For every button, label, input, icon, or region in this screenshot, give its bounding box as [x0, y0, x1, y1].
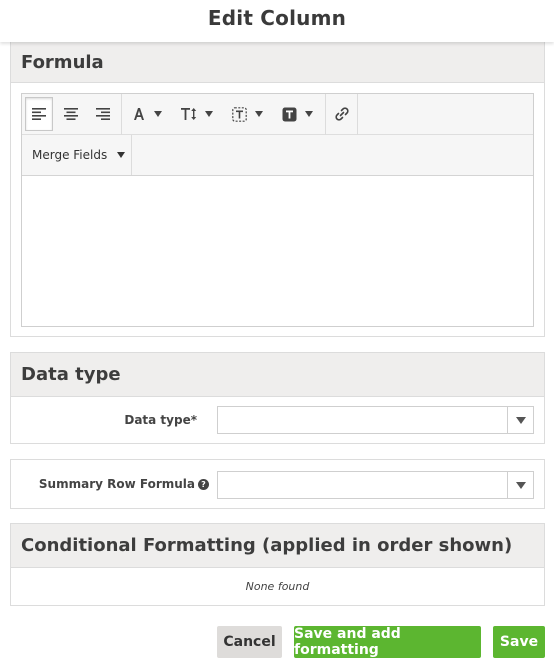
- toolbar-row-formatting: [22, 94, 533, 135]
- chevron-down-icon[interactable]: [507, 407, 533, 433]
- save-button[interactable]: Save: [493, 626, 545, 658]
- cancel-button[interactable]: Cancel: [217, 626, 282, 658]
- summary-row-panel: Summary Row Formula ?: [10, 459, 545, 509]
- toolbar-separator: [357, 94, 358, 135]
- conditional-formatting-panel: Conditional Formatting (applied in order…: [10, 523, 545, 606]
- conditional-formatting-heading: Conditional Formatting (applied in order…: [11, 524, 544, 568]
- toolbar-separator: [325, 94, 326, 135]
- data-type-label: Data type*: [124, 413, 197, 427]
- editor-toolbar: Merge Fields: [22, 94, 533, 176]
- align-left-icon[interactable]: [25, 97, 53, 131]
- toolbar-separator: [121, 94, 122, 135]
- chevron-down-icon: [117, 152, 126, 158]
- summary-row-formula-select[interactable]: [217, 471, 534, 499]
- align-center-icon[interactable]: [57, 97, 85, 131]
- formula-heading: Formula: [11, 41, 544, 83]
- question-circle-icon[interactable]: ?: [198, 478, 209, 490]
- data-type-select[interactable]: [217, 406, 534, 434]
- link-icon[interactable]: [329, 97, 355, 131]
- align-right-icon[interactable]: [89, 97, 117, 131]
- font-size-icon[interactable]: [177, 97, 217, 131]
- formula-panel: Formula Merge Fields: [10, 40, 545, 337]
- text-box-icon[interactable]: [227, 97, 267, 131]
- data-type-heading: Data type: [11, 353, 544, 397]
- dialog-header: Edit Column: [0, 0, 554, 42]
- merge-fields-label: Merge Fields: [32, 148, 108, 162]
- summary-row-label-group: Summary Row Formula ?: [11, 477, 209, 491]
- chevron-down-icon[interactable]: [507, 472, 533, 498]
- data-type-panel: Data type Data type*: [10, 352, 545, 444]
- toolbar-row-merge: Merge Fields: [22, 135, 533, 175]
- font-color-icon[interactable]: [127, 97, 167, 131]
- merge-fields-dropdown[interactable]: Merge Fields: [22, 135, 132, 175]
- formula-input[interactable]: [22, 176, 533, 326]
- save-and-add-formatting-button[interactable]: Save and add formatting: [294, 626, 481, 658]
- summary-row-label: Summary Row Formula: [38, 477, 195, 491]
- empty-state-text: None found: [245, 580, 310, 593]
- text-style-icon[interactable]: [277, 97, 317, 131]
- formula-editor: Merge Fields: [21, 93, 534, 327]
- dialog-title: Edit Column: [207, 6, 347, 30]
